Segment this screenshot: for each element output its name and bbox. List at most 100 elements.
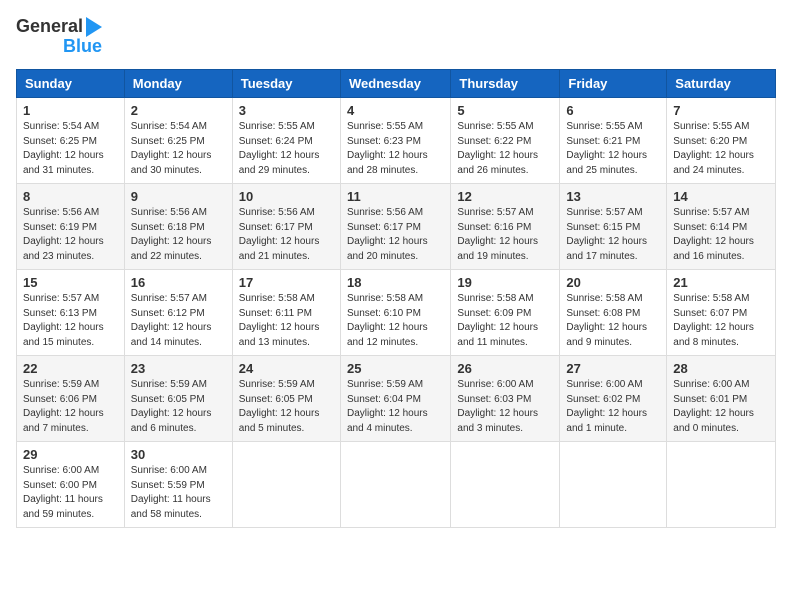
day-number: 7 — [673, 103, 769, 118]
day-number: 6 — [566, 103, 660, 118]
day-number: 16 — [131, 275, 226, 290]
calendar-week-row: 8 Sunrise: 5:56 AMSunset: 6:19 PMDaylight… — [17, 184, 776, 270]
day-detail: Sunrise: 5:56 AMSunset: 6:17 PMDaylight:… — [347, 206, 444, 264]
day-detail: Sunrise: 5:55 AMSunset: 6:24 PMDaylight:… — [239, 120, 334, 178]
calendar-week-row: 1 Sunrise: 5:54 AMSunset: 6:25 PMDaylight… — [17, 98, 776, 184]
calendar-day-cell: 21 Sunrise: 5:58 AMSunset: 6:07 PMDayligh… — [667, 270, 776, 356]
day-detail: Sunrise: 5:57 AMSunset: 6:16 PMDaylight:… — [457, 206, 553, 264]
day-number: 21 — [673, 275, 769, 290]
day-number: 13 — [566, 189, 660, 204]
day-detail: Sunrise: 5:59 AMSunset: 6:05 PMDaylight:… — [131, 378, 226, 436]
calendar-day-cell: 4 Sunrise: 5:55 AMSunset: 6:23 PMDaylight… — [340, 98, 450, 184]
day-detail: Sunrise: 5:55 AMSunset: 6:20 PMDaylight:… — [673, 120, 769, 178]
calendar-day-cell: 29 Sunrise: 6:00 AMSunset: 6:00 PMDayligh… — [17, 442, 125, 528]
calendar-day-cell — [560, 442, 667, 528]
day-number: 11 — [347, 189, 444, 204]
calendar-day-cell: 12 Sunrise: 5:57 AMSunset: 6:16 PMDayligh… — [451, 184, 560, 270]
day-detail: Sunrise: 6:00 AMSunset: 5:59 PMDaylight:… — [131, 464, 226, 522]
weekday-header-wednesday: Wednesday — [340, 70, 450, 98]
calendar-day-cell: 25Sunrise: 5:59 AMSunset: 6:04 PMDayligh… — [340, 356, 450, 442]
calendar-day-cell: 14 Sunrise: 5:57 AMSunset: 6:14 PMDayligh… — [667, 184, 776, 270]
day-detail: Sunrise: 5:57 AMSunset: 6:14 PMDaylight:… — [673, 206, 769, 264]
calendar-day-cell — [451, 442, 560, 528]
calendar-day-cell — [340, 442, 450, 528]
day-number: 17 — [239, 275, 334, 290]
calendar-day-cell: 10 Sunrise: 5:56 AMSunset: 6:17 PMDayligh… — [232, 184, 340, 270]
day-detail: Sunrise: 5:54 AMSunset: 6:25 PMDaylight:… — [23, 120, 118, 178]
day-number: 27 — [566, 361, 660, 376]
calendar-day-cell: 27 Sunrise: 6:00 AMSunset: 6:02 PMDayligh… — [560, 356, 667, 442]
day-detail: Sunrise: 5:57 AMSunset: 6:12 PMDaylight:… — [131, 292, 226, 350]
calendar-day-cell: 17 Sunrise: 5:58 AMSunset: 6:11 PMDayligh… — [232, 270, 340, 356]
calendar-day-cell — [232, 442, 340, 528]
day-number: 23 — [131, 361, 226, 376]
weekday-header-sunday: Sunday — [17, 70, 125, 98]
calendar-day-cell: 22 Sunrise: 5:59 AMSunset: 6:06 PMDayligh… — [17, 356, 125, 442]
day-detail: Sunrise: 6:00 AMSunset: 6:02 PMDaylight:… — [566, 378, 660, 436]
calendar-day-cell: 16 Sunrise: 5:57 AMSunset: 6:12 PMDayligh… — [124, 270, 232, 356]
day-number: 18 — [347, 275, 444, 290]
day-number: 10 — [239, 189, 334, 204]
day-number: 1 — [23, 103, 118, 118]
logo-text-general: General — [16, 16, 83, 38]
calendar-day-cell — [667, 442, 776, 528]
calendar-day-cell: 1 Sunrise: 5:54 AMSunset: 6:25 PMDaylight… — [17, 98, 125, 184]
day-number: 20 — [566, 275, 660, 290]
day-detail: Sunrise: 5:58 AMSunset: 6:07 PMDaylight:… — [673, 292, 769, 350]
day-detail: Sunrise: 5:58 AMSunset: 6:11 PMDaylight:… — [239, 292, 334, 350]
calendar-day-cell: 26 Sunrise: 6:00 AMSunset: 6:03 PMDayligh… — [451, 356, 560, 442]
day-detail: Sunrise: 5:58 AMSunset: 6:08 PMDaylight:… — [566, 292, 660, 350]
day-detail: Sunrise: 5:56 AMSunset: 6:19 PMDaylight:… — [23, 206, 118, 264]
calendar-table: SundayMondayTuesdayWednesdayThursdayFrid… — [16, 69, 776, 528]
calendar-day-cell: 5Sunrise: 5:55 AMSunset: 6:22 PMDaylight… — [451, 98, 560, 184]
weekday-header-saturday: Saturday — [667, 70, 776, 98]
day-number: 28 — [673, 361, 769, 376]
day-number: 30 — [131, 447, 226, 462]
day-number: 25 — [347, 361, 444, 376]
day-detail: Sunrise: 5:56 AMSunset: 6:17 PMDaylight:… — [239, 206, 334, 264]
day-number: 8 — [23, 189, 118, 204]
day-detail: Sunrise: 5:58 AMSunset: 6:09 PMDaylight:… — [457, 292, 553, 350]
day-number: 3 — [239, 103, 334, 118]
day-detail: Sunrise: 5:59 AMSunset: 6:06 PMDaylight:… — [23, 378, 118, 436]
day-detail: Sunrise: 5:59 AMSunset: 6:05 PMDaylight:… — [239, 378, 334, 436]
calendar-day-cell: 6Sunrise: 5:55 AMSunset: 6:21 PMDaylight… — [560, 98, 667, 184]
calendar-day-cell: 24Sunrise: 5:59 AMSunset: 6:05 PMDayligh… — [232, 356, 340, 442]
day-number: 12 — [457, 189, 553, 204]
day-number: 22 — [23, 361, 118, 376]
weekday-header-thursday: Thursday — [451, 70, 560, 98]
calendar-week-row: 15 Sunrise: 5:57 AMSunset: 6:13 PMDayligh… — [17, 270, 776, 356]
day-detail: Sunrise: 5:55 AMSunset: 6:22 PMDaylight:… — [457, 120, 553, 178]
day-number: 26 — [457, 361, 553, 376]
day-detail: Sunrise: 6:00 AMSunset: 6:01 PMDaylight:… — [673, 378, 769, 436]
calendar-day-cell: 20 Sunrise: 5:58 AMSunset: 6:08 PMDayligh… — [560, 270, 667, 356]
day-detail: Sunrise: 5:56 AMSunset: 6:18 PMDaylight:… — [131, 206, 226, 264]
calendar-day-cell: 9Sunrise: 5:56 AMSunset: 6:18 PMDaylight… — [124, 184, 232, 270]
day-number: 2 — [131, 103, 226, 118]
day-detail: Sunrise: 5:57 AMSunset: 6:15 PMDaylight:… — [566, 206, 660, 264]
calendar-day-cell: 19 Sunrise: 5:58 AMSunset: 6:09 PMDayligh… — [451, 270, 560, 356]
calendar-day-cell: 30 Sunrise: 6:00 AMSunset: 5:59 PMDayligh… — [124, 442, 232, 528]
day-number: 19 — [457, 275, 553, 290]
day-number: 14 — [673, 189, 769, 204]
calendar-day-cell: 7 Sunrise: 5:55 AMSunset: 6:20 PMDaylight… — [667, 98, 776, 184]
day-detail: Sunrise: 6:00 AMSunset: 6:00 PMDaylight:… — [23, 464, 118, 522]
calendar-week-row: 22 Sunrise: 5:59 AMSunset: 6:06 PMDayligh… — [17, 356, 776, 442]
weekday-header-tuesday: Tuesday — [232, 70, 340, 98]
logo-text-blue: Blue — [63, 36, 102, 58]
day-detail: Sunrise: 6:00 AMSunset: 6:03 PMDaylight:… — [457, 378, 553, 436]
calendar-day-cell: 23 Sunrise: 5:59 AMSunset: 6:05 PMDayligh… — [124, 356, 232, 442]
day-number: 4 — [347, 103, 444, 118]
day-number: 15 — [23, 275, 118, 290]
logo: General Blue — [16, 16, 102, 57]
day-detail: Sunrise: 5:57 AMSunset: 6:13 PMDaylight:… — [23, 292, 118, 350]
weekday-header-friday: Friday — [560, 70, 667, 98]
calendar-day-cell: 11 Sunrise: 5:56 AMSunset: 6:17 PMDayligh… — [340, 184, 450, 270]
weekday-header-monday: Monday — [124, 70, 232, 98]
calendar-week-row: 29 Sunrise: 6:00 AMSunset: 6:00 PMDayligh… — [17, 442, 776, 528]
day-detail: Sunrise: 5:55 AMSunset: 6:23 PMDaylight:… — [347, 120, 444, 178]
calendar-day-cell: 28 Sunrise: 6:00 AMSunset: 6:01 PMDayligh… — [667, 356, 776, 442]
calendar-day-cell: 8 Sunrise: 5:56 AMSunset: 6:19 PMDaylight… — [17, 184, 125, 270]
day-number: 29 — [23, 447, 118, 462]
day-detail: Sunrise: 5:58 AMSunset: 6:10 PMDaylight:… — [347, 292, 444, 350]
